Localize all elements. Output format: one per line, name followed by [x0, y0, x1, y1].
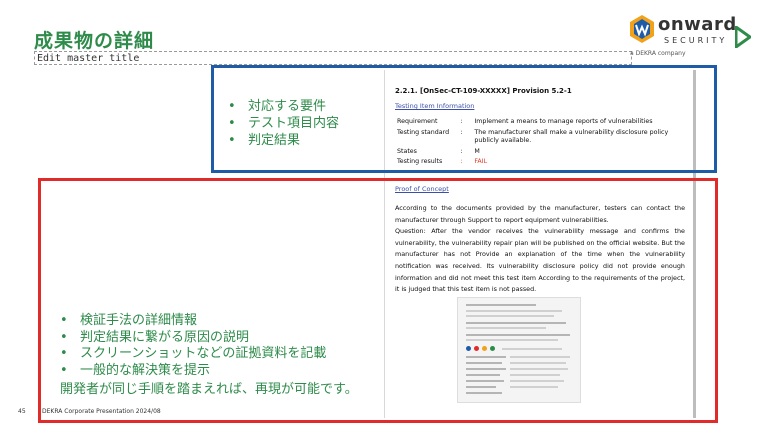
reproducibility-note: 開発者が同じ手順を踏まえれば、再現が可能です。	[60, 382, 358, 397]
list-item: 判定結果	[226, 132, 339, 149]
list-item: 判定結果に繋がる原因の説明	[58, 330, 326, 347]
play-arrow-icon	[735, 26, 751, 48]
list-item: 検証手法の詳細情報	[58, 313, 326, 330]
list-item: 対応する要件	[226, 98, 339, 115]
logo-sub: SECURITY	[664, 36, 728, 45]
master-title-placeholder[interactable]: Edit master title	[34, 51, 632, 65]
footer-text: DEKRA Corporate Presentation 2024/08	[42, 408, 161, 415]
list-item: テスト項目内容	[226, 115, 339, 132]
slide-title: 成果物の詳細	[34, 30, 155, 52]
list-item: スクリーンショットなどの証拠資料を記載	[58, 346, 326, 363]
onward-security-logo: onward SECURITY a DEKRA company	[628, 14, 756, 58]
logo-word: onward	[658, 14, 737, 35]
logo-tag: a DEKRA company	[630, 50, 686, 57]
requirements-bullet-list: 対応する要件 テスト項目内容 判定結果	[226, 98, 339, 149]
proof-bullet-list: 検証手法の詳細情報 判定結果に繋がる原因の説明 スクリーンショットなどの証拠資料…	[58, 313, 326, 379]
logo-mark-icon	[630, 15, 654, 43]
list-item: 一般的な解決策を提示	[58, 363, 326, 380]
page-number: 45	[18, 408, 26, 415]
